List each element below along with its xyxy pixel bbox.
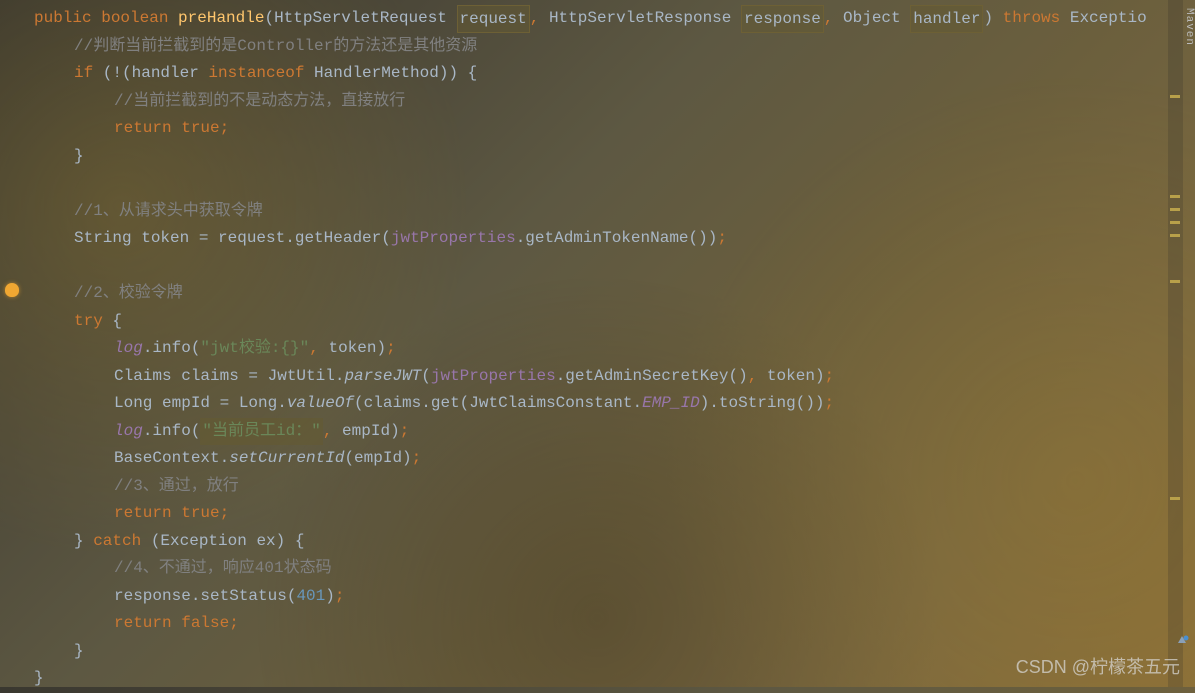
code-line: Long empId = Long.valueOf(claims.get(Jwt… bbox=[0, 390, 1168, 418]
code-line: } catch (Exception ex) { bbox=[0, 528, 1168, 556]
comment: //判断当前拦截到的是Controller的方法还是其他资源 bbox=[74, 33, 477, 61]
intention-bulb-icon[interactable] bbox=[5, 283, 19, 297]
static-field: EMP_ID bbox=[642, 390, 700, 418]
comment: //3、通过，放行 bbox=[114, 473, 239, 501]
code-editor[interactable]: public boolean preHandle(HttpServletRequ… bbox=[0, 0, 1168, 687]
code-line: if (!(handler instanceof HandlerMethod))… bbox=[0, 60, 1168, 88]
code-line: //3、通过，放行 bbox=[0, 473, 1168, 501]
code-line: //1、从请求头中获取令牌 bbox=[0, 198, 1168, 226]
warning-marker[interactable] bbox=[1170, 208, 1180, 211]
warning-marker[interactable] bbox=[1170, 280, 1180, 283]
warning-marker[interactable] bbox=[1170, 234, 1180, 237]
warning-marker[interactable] bbox=[1170, 497, 1180, 500]
keyword: catch bbox=[93, 528, 141, 556]
code-line: //判断当前拦截到的是Controller的方法还是其他资源 bbox=[0, 33, 1168, 61]
param-request: request bbox=[457, 5, 530, 33]
keyword: return bbox=[114, 500, 172, 528]
code-line: response.setStatus(401); bbox=[0, 583, 1168, 611]
warning-marker[interactable] bbox=[1170, 195, 1180, 198]
keyword: public bbox=[34, 5, 92, 33]
comment: //当前拦截到的不是动态方法，直接放行 bbox=[114, 88, 405, 116]
code-line: //2、校验令牌 bbox=[0, 280, 1168, 308]
maven-tool-tab[interactable]: Maven bbox=[1183, 8, 1195, 46]
code-line-empty bbox=[0, 170, 1168, 198]
field: jwtProperties bbox=[431, 363, 556, 391]
code-line: } bbox=[0, 143, 1168, 171]
comment: //2、校验令牌 bbox=[74, 280, 183, 308]
static-method: parseJWT bbox=[344, 363, 421, 391]
error-stripe[interactable] bbox=[1168, 0, 1183, 687]
code-line: public boolean preHandle(HttpServletRequ… bbox=[0, 5, 1168, 33]
keyword: instanceof bbox=[208, 60, 304, 88]
code-line-empty bbox=[0, 253, 1168, 281]
static-method: valueOf bbox=[287, 390, 354, 418]
method-name: preHandle bbox=[178, 5, 264, 33]
warning-marker[interactable] bbox=[1170, 95, 1180, 98]
keyword: boolean bbox=[101, 5, 168, 33]
code-line: } bbox=[0, 638, 1168, 666]
string-literal-highlighted: "当前员工id：" bbox=[200, 418, 322, 446]
code-line: try { bbox=[0, 308, 1168, 336]
keyword: return bbox=[114, 610, 172, 638]
number-literal: 401 bbox=[296, 583, 325, 611]
field: log bbox=[114, 418, 143, 446]
left-gutter bbox=[0, 0, 22, 687]
code-line: return true; bbox=[0, 115, 1168, 143]
keyword: throws bbox=[1003, 5, 1061, 33]
code-line: } bbox=[0, 665, 1168, 693]
keyword: return bbox=[114, 115, 172, 143]
field: log bbox=[114, 335, 143, 363]
code-line: //当前拦截到的不是动态方法，直接放行 bbox=[0, 88, 1168, 116]
keyword: try bbox=[74, 308, 103, 336]
notification-icon[interactable] bbox=[1175, 635, 1189, 649]
param-handler: handler bbox=[910, 5, 983, 33]
watermark-text: CSDN @柠檬茶五元 bbox=[1016, 653, 1180, 679]
code-line: log.info("当前员工id：", empId); bbox=[0, 418, 1168, 446]
warning-marker[interactable] bbox=[1170, 221, 1180, 224]
code-line: log.info("jwt校验:{}", token); bbox=[0, 335, 1168, 363]
comment: //1、从请求头中获取令牌 bbox=[74, 198, 263, 226]
keyword: if bbox=[74, 60, 93, 88]
code-line: //4、不通过，响应401状态码 bbox=[0, 555, 1168, 583]
comment: //4、不通过，响应401状态码 bbox=[114, 555, 332, 583]
code-line: return false; bbox=[0, 610, 1168, 638]
code-line: Claims claims = JwtUtil.parseJWT(jwtProp… bbox=[0, 363, 1168, 391]
code-line: return true; bbox=[0, 500, 1168, 528]
string-literal: "jwt校验:{}" bbox=[200, 335, 309, 363]
static-method: setCurrentId bbox=[229, 445, 344, 473]
code-line: String token = request.getHeader(jwtProp… bbox=[0, 225, 1168, 253]
code-line: BaseContext.setCurrentId(empId); bbox=[0, 445, 1168, 473]
field: jwtProperties bbox=[391, 225, 516, 253]
param-response: response bbox=[741, 5, 824, 33]
